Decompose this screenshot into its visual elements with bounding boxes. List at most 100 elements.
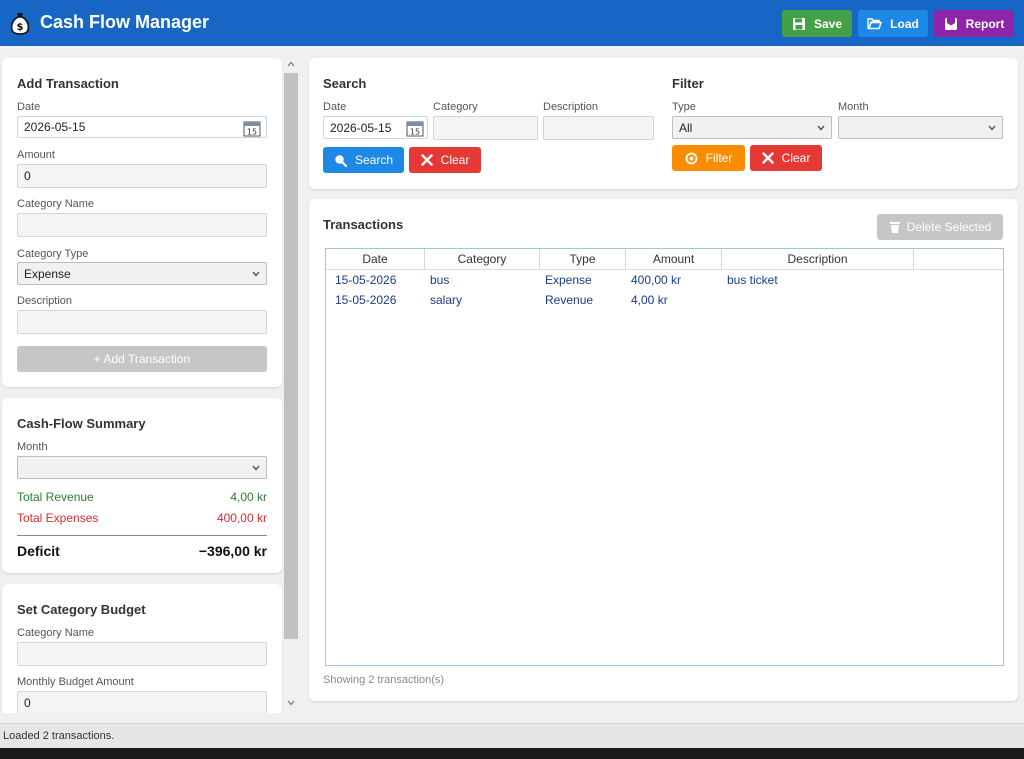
filter-type-select[interactable]: All <box>672 116 832 139</box>
table-header: Date Category Type Amount Description <box>326 249 1003 270</box>
summary-divider <box>17 535 267 536</box>
budget-category-name-field[interactable] <box>17 642 267 666</box>
category-name-field[interactable] <box>17 213 267 237</box>
scroll-down-arrow[interactable] <box>287 700 295 706</box>
total-revenue-row: Total Revenue 4,00 kr <box>17 490 267 504</box>
budget-title: Set Category Budget <box>17 602 146 617</box>
chevron-down-icon <box>252 271 260 276</box>
filter-clear-button-label: Clear <box>781 151 811 165</box>
set-category-budget-card: Set Category Budget Category Name Monthl… <box>2 584 282 713</box>
transactions-table[interactable]: Date Category Type Amount Description 15… <box>325 248 1004 666</box>
category-type-label: Category Type <box>17 248 89 260</box>
search-date-value: 2026-05-15 <box>330 120 392 135</box>
report-button[interactable]: Report <box>934 10 1014 37</box>
svg-text:$: $ <box>17 22 24 33</box>
filter-month-select[interactable] <box>838 116 1003 139</box>
total-revenue-label: Total Revenue <box>17 490 94 504</box>
floppy-disk-icon <box>792 17 805 30</box>
add-transaction-button[interactable]: + Add Transaction <box>17 346 267 372</box>
left-panel-scrollbar[interactable] <box>283 56 299 712</box>
amount-field[interactable]: 0 <box>17 164 267 188</box>
delete-selected-label: Delete Selected <box>906 220 992 234</box>
folder-open-icon <box>867 18 883 30</box>
add-transaction-card: Add Transaction Date 2026-05-15 15 Amoun… <box>2 58 282 387</box>
scroll-up-arrow[interactable] <box>287 61 295 67</box>
deficit-row: Deficit −396,00 kr <box>17 543 267 559</box>
filter-clear-button[interactable]: Clear <box>750 145 822 171</box>
cell-description: bus ticket <box>727 273 778 287</box>
date-picker[interactable]: 2026-05-15 15 <box>17 116 267 138</box>
search-category-field[interactable] <box>433 116 538 140</box>
table-row[interactable]: 15-05-2026 salary Revenue 4,00 kr <box>326 290 1003 310</box>
column-header-description[interactable]: Description <box>722 249 914 269</box>
description-label: Description <box>17 295 73 307</box>
report-button-label: Report <box>965 16 1005 31</box>
category-name-label: Category Name <box>17 198 95 210</box>
transactions-footer: Showing 2 transaction(s) <box>323 674 445 686</box>
search-title: Search <box>323 76 367 91</box>
header-bar: $ Cash Flow Manager Save Load Report <box>0 0 1024 46</box>
transactions-card: Transactions Delete Selected Date Catego… <box>309 199 1018 701</box>
amount-label: Amount <box>17 149 55 161</box>
column-header-type[interactable]: Type <box>540 249 626 269</box>
search-button[interactable]: Search <box>323 147 404 173</box>
close-icon <box>761 152 774 164</box>
table-row[interactable]: 15-05-2026 bus Expense 400,00 kr bus tic… <box>326 270 1003 290</box>
load-button-label: Load <box>890 16 919 31</box>
report-icon <box>944 17 957 30</box>
search-clear-button[interactable]: Clear <box>409 147 481 173</box>
svg-text:15: 15 <box>247 128 257 137</box>
calendar-icon[interactable]: 15 <box>406 120 424 140</box>
chevron-down-icon <box>988 125 996 130</box>
monthly-budget-label: Monthly Budget Amount <box>17 676 134 688</box>
summary-month-select[interactable] <box>17 456 267 479</box>
filter-button-label: Filter <box>705 151 733 165</box>
left-panel: Add Transaction Date 2026-05-15 15 Amoun… <box>0 46 300 713</box>
save-button-label: Save <box>813 16 843 31</box>
column-header-category[interactable]: Category <box>425 249 540 269</box>
trash-icon <box>889 221 900 233</box>
deficit-label: Deficit <box>17 543 60 559</box>
total-revenue-value: 4,00 kr <box>230 490 267 504</box>
delete-selected-button[interactable]: Delete Selected <box>877 214 1003 240</box>
category-type-select[interactable]: Expense <box>17 262 267 285</box>
summary-month-label: Month <box>17 441 48 453</box>
status-text: Loaded 2 transactions. <box>3 730 115 742</box>
deficit-value: −396,00 kr <box>198 543 267 559</box>
cell-amount: 400,00 kr <box>631 273 682 287</box>
svg-text:15: 15 <box>410 128 420 137</box>
save-button[interactable]: Save <box>782 10 852 37</box>
total-expenses-label: Total Expenses <box>17 511 99 525</box>
cell-amount: 4,00 kr <box>631 293 668 307</box>
filter-button[interactable]: Filter <box>672 145 745 171</box>
calendar-icon[interactable]: 15 <box>243 120 261 140</box>
date-value: 2026-05-15 <box>24 120 86 134</box>
search-description-field[interactable] <box>543 116 654 140</box>
cell-type: Revenue <box>545 293 594 307</box>
scrollbar-thumb[interactable] <box>284 73 298 639</box>
search-date-picker[interactable]: 2026-05-15 15 <box>323 116 428 139</box>
filter-icon <box>685 152 698 164</box>
summary-title: Cash-Flow Summary <box>17 416 146 431</box>
column-header-amount[interactable]: Amount <box>626 249 722 269</box>
date-label: Date <box>17 101 41 113</box>
status-bar: Loaded 2 transactions. <box>0 723 1024 748</box>
monthly-budget-field[interactable]: 0 <box>17 691 267 713</box>
description-field[interactable] <box>17 310 267 334</box>
search-filter-card: Search Date 2026-05-15 15 Category Descr… <box>309 58 1018 189</box>
cell-date: 15-05-2026 <box>335 273 397 287</box>
close-icon <box>420 154 433 166</box>
budget-category-name-label: Category Name <box>17 627 95 639</box>
cell-type: Expense <box>545 273 592 287</box>
search-description-label: Description <box>543 101 599 113</box>
search-clear-button-label: Clear <box>440 153 470 167</box>
search-category-label: Category <box>433 101 478 113</box>
chevron-down-icon <box>252 465 260 470</box>
cell-category: salary <box>430 293 463 307</box>
app-title: Cash Flow Manager <box>40 12 210 32</box>
load-button[interactable]: Load <box>858 10 928 37</box>
app-window: $ Cash Flow Manager Save Load Report Add… <box>0 0 1024 748</box>
column-header-date[interactable]: Date <box>326 249 425 269</box>
money-bag-icon: $ <box>9 11 31 35</box>
search-button-label: Search <box>354 153 394 167</box>
